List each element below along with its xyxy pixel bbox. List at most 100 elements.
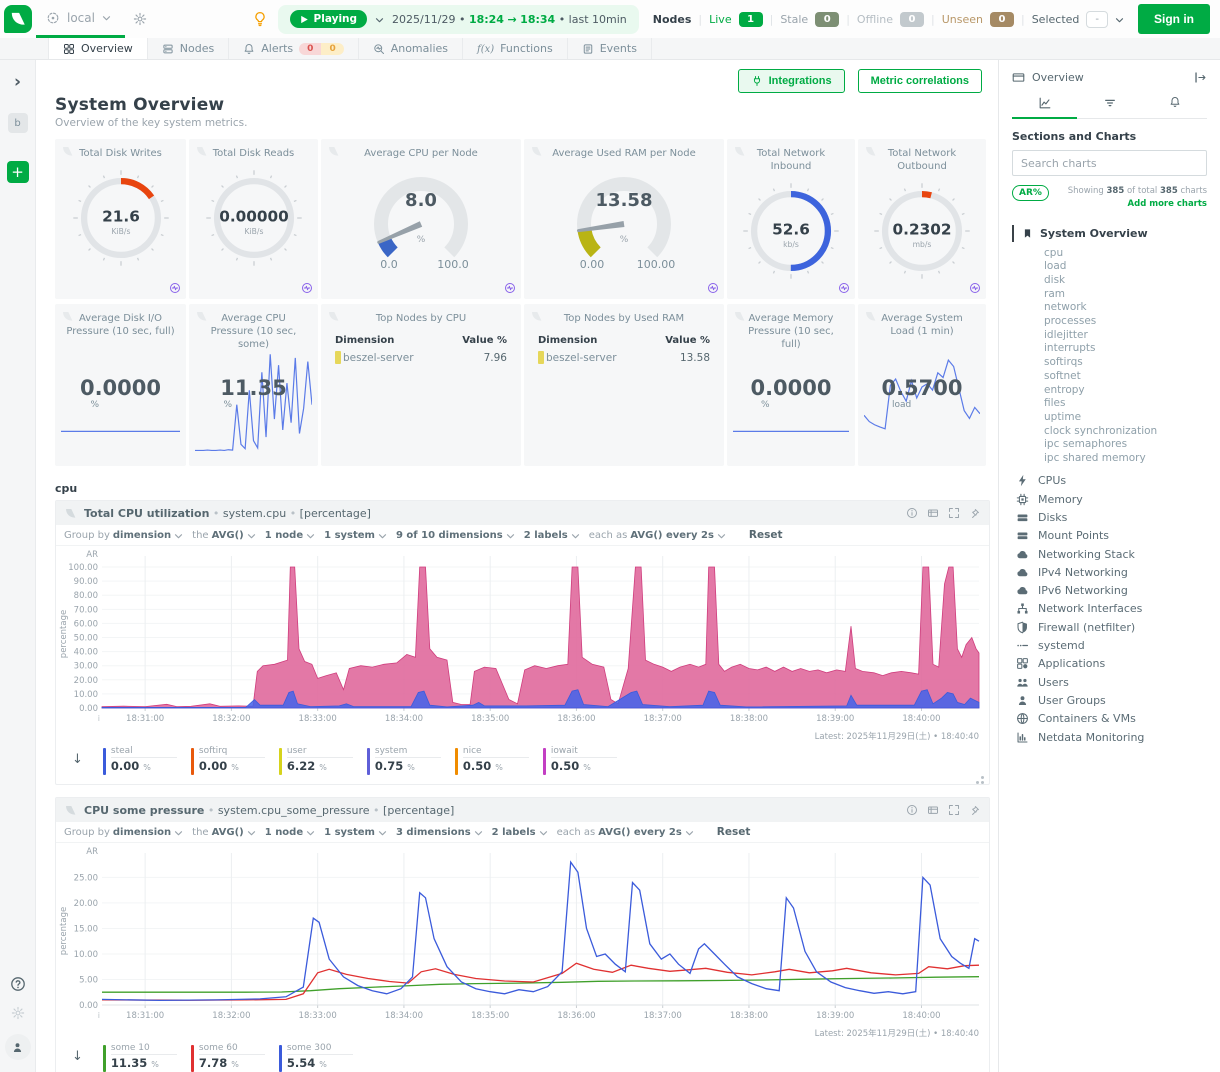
anomaly-rate-icon[interactable]	[504, 282, 516, 294]
legend-item-nice[interactable]: nice0.50 %	[455, 746, 529, 775]
tile-card-4[interactable]: Average Memory Pressure (10 sec, full)0.…	[727, 304, 855, 466]
table-row[interactable]: beszel-server13.58	[538, 351, 710, 364]
menu-section-applications[interactable]: Applications	[1016, 655, 1207, 673]
table-row[interactable]: beszel-server7.96	[335, 351, 507, 364]
anomaly-rate-badge[interactable]: AR%	[1012, 185, 1049, 201]
info-icon[interactable]	[906, 804, 918, 816]
node-state-count-offline[interactable]: 0	[900, 12, 924, 27]
toolbar-avg-every-2s[interactable]: each asAVG() every 2s	[589, 530, 726, 541]
menu-section-firewall-netfilter-[interactable]: Firewall (netfilter)	[1016, 618, 1207, 636]
gauge-card-5[interactable]: Total Network Outbound0.2302mb/s	[858, 139, 986, 299]
menu-section-ipv4-networking[interactable]: IPv4 Networking	[1016, 563, 1207, 581]
menu-subitem-entropy[interactable]: entropy	[1044, 384, 1207, 398]
legend-item-softirq[interactable]: softirq0.00 %	[191, 746, 265, 775]
gauge-card-2[interactable]: Average CPU per Node8.0%0.0100.0	[321, 139, 521, 299]
drag-and-drop-icon[interactable]	[969, 507, 981, 519]
anomaly-rate-icon[interactable]	[838, 282, 850, 294]
toolbar-avg-[interactable]: theAVG()	[192, 530, 256, 541]
anomaly-rate-icon[interactable]	[707, 282, 719, 294]
selected-count-chip[interactable]: -	[1086, 11, 1108, 28]
help-icon[interactable]	[10, 976, 26, 992]
toolbar-9-of-10-dimensions[interactable]: 9 of 10 dimensions	[396, 530, 515, 541]
menu-system-overview[interactable]: System Overview	[1012, 225, 1207, 242]
menu-section-netdata-monitoring[interactable]: Netdata Monitoring	[1016, 728, 1207, 746]
toolbar-2-labels[interactable]: 2 labels	[492, 827, 548, 838]
fullscreen-icon[interactable]	[948, 507, 960, 519]
collapse-sidebar-icon[interactable]	[1194, 71, 1207, 84]
menu-subitem-ram[interactable]: ram	[1044, 288, 1207, 302]
menu-subitem-ipc-shared-memory[interactable]: ipc shared memory	[1044, 452, 1207, 466]
search-charts-input[interactable]	[1012, 150, 1207, 176]
time-chevron-down-icon[interactable]	[375, 15, 384, 24]
tile-card-0[interactable]: Average Disk I/O Pressure (10 sec, full)…	[55, 304, 186, 466]
rail-settings-icon[interactable]	[11, 1006, 25, 1020]
menu-section-mount-points[interactable]: Mount Points	[1016, 527, 1207, 545]
anomaly-rate-icon[interactable]	[169, 282, 181, 294]
menu-section-disks[interactable]: Disks	[1016, 508, 1207, 526]
tab-events[interactable]: Events	[568, 38, 652, 59]
node-state-count-live[interactable]: 1	[739, 12, 763, 27]
menu-subitem-network[interactable]: network	[1044, 301, 1207, 315]
tab-alerts[interactable]: Alerts00	[229, 38, 358, 59]
info-icon[interactable]	[906, 507, 918, 519]
workspace-button[interactable]: b	[8, 113, 28, 133]
node-state-count-stale[interactable]: 0	[815, 12, 839, 27]
tab-nodes[interactable]: Nodes	[148, 38, 229, 59]
time-range[interactable]: 2025/11/29 • 18:24 → 18:34 • last 10min	[392, 13, 627, 26]
sidebar-tab-filter[interactable]	[1077, 96, 1142, 119]
menu-section-ipv6-networking[interactable]: IPv6 Networking	[1016, 582, 1207, 600]
toolbar-avg-[interactable]: theAVG()	[192, 827, 256, 838]
anomaly-rate-icon[interactable]	[301, 282, 313, 294]
sidebar-tab-alerts[interactable]	[1142, 96, 1207, 119]
menu-subitem-softirqs[interactable]: softirqs	[1044, 356, 1207, 370]
add-more-charts-link[interactable]: Add more charts	[1128, 199, 1207, 209]
sign-in-button[interactable]: Sign in	[1138, 4, 1210, 34]
news-bulb-icon[interactable]	[252, 11, 268, 27]
toolbar-dimension[interactable]: Group bydimension	[64, 530, 183, 541]
tab-functions[interactable]: f(x)Functions	[463, 38, 568, 59]
legend-download-icon[interactable]: ↓	[72, 752, 83, 767]
reset-button[interactable]: Reset	[717, 826, 751, 838]
tile-card-1[interactable]: Average CPU Pressure (10 sec, some)11.35…	[189, 304, 318, 466]
legend-download-icon[interactable]: ↓	[72, 1049, 83, 1064]
menu-subitem-ipc-semaphores[interactable]: ipc semaphores	[1044, 438, 1207, 452]
metric-correlations-button[interactable]: Metric correlations	[858, 69, 982, 93]
toolbar-1-node[interactable]: 1 node	[265, 530, 315, 541]
menu-subitem-cpu[interactable]: cpu	[1044, 247, 1207, 261]
toolbar-dimension[interactable]: Group bydimension	[64, 827, 183, 838]
menu-subitem-files[interactable]: files	[1044, 397, 1207, 411]
toolbar-3-dimensions[interactable]: 3 dimensions	[396, 827, 483, 838]
menu-section-users[interactable]: Users	[1016, 673, 1207, 691]
gauge-card-1[interactable]: Total Disk Reads0.00000KiB/s	[189, 139, 318, 299]
user-avatar[interactable]	[5, 1034, 31, 1060]
tile-card-5[interactable]: Average System Load (1 min)0.5700load	[858, 304, 986, 466]
menu-subitem-softnet[interactable]: softnet	[1044, 370, 1207, 384]
toolbar-avg-every-2s[interactable]: each asAVG() every 2s	[557, 827, 694, 838]
menu-section-network-interfaces[interactable]: Network Interfaces	[1016, 600, 1207, 618]
tab-anomalies[interactable]: Anomalies	[359, 38, 463, 59]
toolbar-1-node[interactable]: 1 node	[265, 827, 315, 838]
menu-section-memory[interactable]: Memory	[1016, 490, 1207, 508]
chart-type-icon[interactable]	[927, 507, 939, 519]
toolbar-1-system[interactable]: 1 system	[324, 827, 387, 838]
sidebar-tab-charts[interactable]	[1012, 96, 1077, 119]
node-selector[interactable]: local	[36, 0, 125, 38]
drag-and-drop-icon[interactable]	[969, 804, 981, 816]
legend-item-some-60[interactable]: some 607.78 %	[191, 1043, 265, 1072]
legend-item-iowait[interactable]: iowait0.50 %	[543, 746, 617, 775]
toolbar-1-system[interactable]: 1 system	[324, 530, 387, 541]
tile-card-2[interactable]: Top Nodes by CPUDimensionValue %beszel-s…	[321, 304, 521, 466]
node-state-count-unseen[interactable]: 0	[990, 12, 1014, 27]
menu-section-user-groups[interactable]: User Groups	[1016, 691, 1207, 709]
menu-subitem-interrupts[interactable]: interrupts	[1044, 342, 1207, 356]
anomaly-rate-icon[interactable]	[969, 282, 981, 294]
expand-rail-chevron-icon[interactable]: ›	[14, 74, 21, 91]
legend-item-system[interactable]: system0.75 %	[367, 746, 441, 775]
reset-button[interactable]: Reset	[749, 529, 783, 541]
menu-subitem-idlejitter[interactable]: idlejitter	[1044, 329, 1207, 343]
netdata-logo[interactable]	[0, 0, 36, 38]
fullscreen-icon[interactable]	[948, 804, 960, 816]
add-workspace-button[interactable]: +	[7, 161, 29, 183]
settings-gear-icon[interactable]	[133, 12, 147, 26]
menu-section-systemd[interactable]: systemd	[1016, 636, 1207, 654]
